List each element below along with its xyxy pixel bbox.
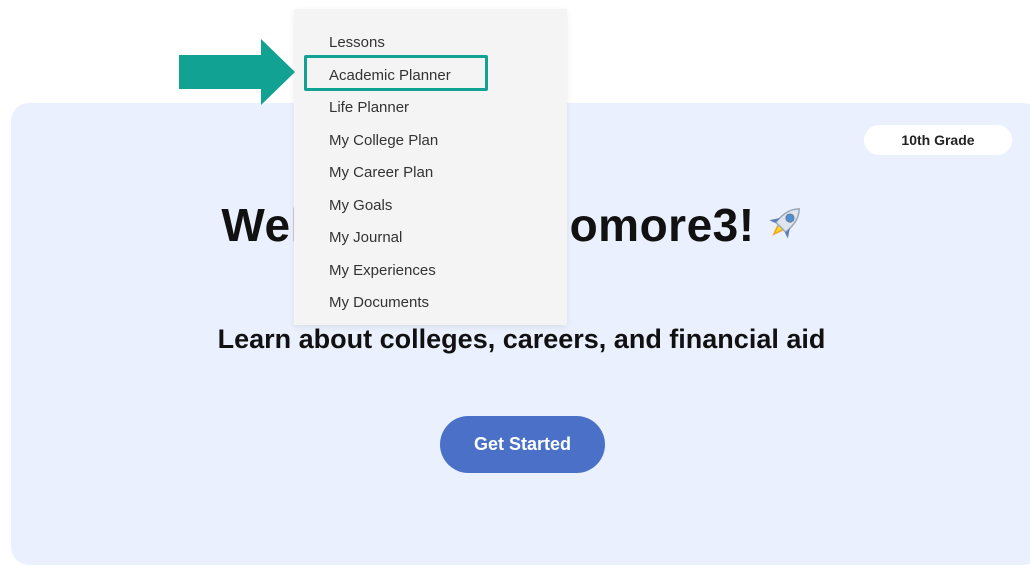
menu-item-my-career-plan[interactable]: My Career Plan (329, 163, 433, 183)
subtitle: Learn about colleges, careers, and finan… (217, 324, 826, 354)
highlight-box (304, 55, 488, 91)
arrow-right-icon (179, 39, 295, 105)
get-started-button[interactable]: Get Started (440, 416, 605, 473)
menu-item-my-experiences[interactable]: My Experiences (329, 261, 436, 281)
menu-item-my-journal[interactable]: My Journal (329, 228, 402, 248)
menu-item-my-college-plan[interactable]: My College Plan (329, 131, 438, 151)
menu-item-life-planner[interactable]: Life Planner (329, 98, 409, 118)
menu-item-my-goals[interactable]: My Goals (329, 196, 392, 216)
menu-item-my-documents[interactable]: My Documents (329, 293, 429, 313)
rocket-icon (761, 199, 809, 258)
grade-badge: 10th Grade (864, 125, 1012, 155)
menu-item-lessons[interactable]: Lessons (329, 33, 385, 53)
